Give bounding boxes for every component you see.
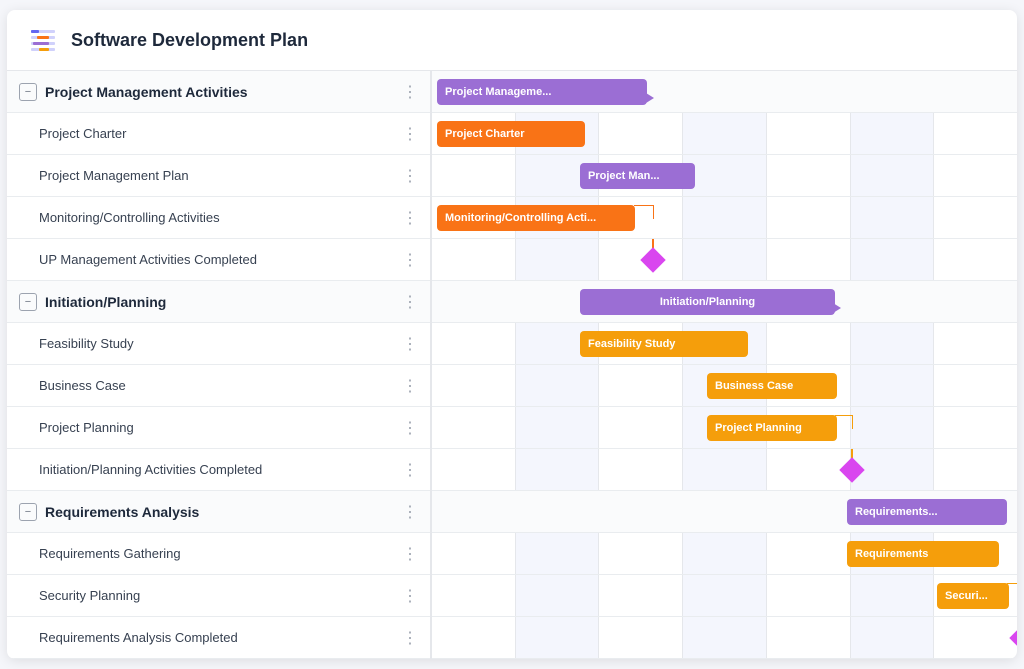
dots-initiation-completed[interactable]: ⋮ (398, 458, 422, 482)
task-label-project-mgmt-plan: Project Management Plan (39, 168, 398, 183)
bar-business-case[interactable]: Business Case (707, 373, 837, 399)
dots-req-gathering[interactable]: ⋮ (398, 542, 422, 566)
chart-row-up-mgmt (432, 239, 1017, 281)
task-row-feasibility: Feasibility Study ⋮ (7, 323, 430, 365)
bar-security-planning[interactable]: Securi... (937, 583, 1009, 609)
task-row-req-completed: Requirements Analysis Completed ⋮ (7, 617, 430, 659)
dots-initiation[interactable]: ⋮ (398, 290, 422, 314)
dots-monitoring[interactable]: ⋮ (398, 206, 422, 230)
task-row-up-mgmt: UP Management Activities Completed ⋮ (7, 239, 430, 281)
task-label-project-charter: Project Charter (39, 126, 398, 141)
chart-row-initiation-group: Initiation/Planning (432, 281, 1017, 323)
bar-connector-project-mgmt (646, 93, 654, 103)
dots-requirements[interactable]: ⋮ (398, 500, 422, 524)
bar-req-gathering[interactable]: Requirements (847, 541, 999, 567)
gantt-wrapper: − Project Management Activities ⋮ Projec… (7, 71, 1017, 659)
dots-project-mgmt-plan[interactable]: ⋮ (398, 164, 422, 188)
bar-project-charter[interactable]: Project Charter (437, 121, 585, 147)
dots-req-completed[interactable]: ⋮ (398, 626, 422, 650)
task-label-monitoring: Monitoring/Controlling Activities (39, 210, 398, 225)
dots-feasibility[interactable]: ⋮ (398, 332, 422, 356)
dots-project-planning[interactable]: ⋮ (398, 416, 422, 440)
task-row-req-gathering: Requirements Gathering ⋮ (7, 533, 430, 575)
gantt-icon (27, 24, 59, 56)
task-label-security-planning: Security Planning (39, 588, 398, 603)
task-row-monitoring: Monitoring/Controlling Activities ⋮ (7, 197, 430, 239)
milestone-up-mgmt (640, 247, 665, 272)
task-row-project-planning: Project Planning ⋮ (7, 407, 430, 449)
task-label-business-case: Business Case (39, 378, 398, 393)
task-label-req-completed: Requirements Analysis Completed (39, 630, 398, 645)
dots-up-mgmt[interactable]: ⋮ (398, 248, 422, 272)
group-row-project-mgmt: − Project Management Activities ⋮ (7, 71, 430, 113)
group-label-initiation: Initiation/Planning (45, 294, 398, 310)
task-label-initiation-completed: Initiation/Planning Activities Completed (39, 462, 398, 477)
bar-project-planning[interactable]: Project Planning (707, 415, 837, 441)
group-label-project-mgmt: Project Management Activities (45, 84, 398, 100)
chart-row-initiation-completed (432, 449, 1017, 491)
bar-feasibility[interactable]: Feasibility Study (580, 331, 748, 357)
collapse-btn-initiation[interactable]: − (19, 293, 37, 311)
milestone-initiation-completed (839, 457, 864, 482)
dots-security-planning[interactable]: ⋮ (398, 584, 422, 608)
task-label-feasibility: Feasibility Study (39, 336, 398, 351)
task-row-security-planning: Security Planning ⋮ (7, 575, 430, 617)
bar-connector-initiation (833, 303, 841, 313)
task-label-req-gathering: Requirements Gathering (39, 546, 398, 561)
chart-row-project-planning: Project Planning (432, 407, 1017, 449)
dots-project-charter[interactable]: ⋮ (398, 122, 422, 146)
collapse-btn-requirements[interactable]: − (19, 503, 37, 521)
chart-row-project-charter: Project Charter (432, 113, 1017, 155)
task-row-business-case: Business Case ⋮ (7, 365, 430, 407)
app-title: Software Development Plan (71, 30, 308, 51)
milestone-req-completed (1009, 625, 1017, 650)
group-label-requirements: Requirements Analysis (45, 504, 398, 520)
chart-row-requirements-group: Requirements... (432, 491, 1017, 533)
chart-row-req-completed (432, 617, 1017, 659)
dots-project-mgmt[interactable]: ⋮ (398, 80, 422, 104)
bar-project-mgmt-plan[interactable]: Project Man... (580, 163, 695, 189)
chart-row-monitoring: Monitoring/Controlling Acti... (432, 197, 1017, 239)
task-row-initiation-completed: Initiation/Planning Activities Completed… (7, 449, 430, 491)
bar-project-mgmt[interactable]: Project Manageme... (437, 79, 647, 105)
task-label-up-mgmt: UP Management Activities Completed (39, 252, 398, 267)
connector-project-planning (835, 415, 853, 429)
group-row-requirements: − Requirements Analysis ⋮ (7, 491, 430, 533)
connector-monitoring (634, 205, 654, 219)
bar-monitoring[interactable]: Monitoring/Controlling Acti... (437, 205, 635, 231)
chart-row-business-case: Business Case (432, 365, 1017, 407)
chart-row-project-mgmt-plan: Project Man... (432, 155, 1017, 197)
task-label-project-planning: Project Planning (39, 420, 398, 435)
chart-row-project-mgmt-group: Project Manageme... (432, 71, 1017, 113)
collapse-btn-project-mgmt[interactable]: − (19, 83, 37, 101)
dots-business-case[interactable]: ⋮ (398, 374, 422, 398)
task-list: − Project Management Activities ⋮ Projec… (7, 71, 432, 659)
group-row-initiation: − Initiation/Planning ⋮ (7, 281, 430, 323)
app-container: Software Development Plan − Project Mana… (7, 10, 1017, 659)
chart-row-feasibility: Feasibility Study (432, 323, 1017, 365)
chart-row-req-gathering: Requirements (432, 533, 1017, 575)
chart-area: Project Manageme... Project Charter Proj… (432, 71, 1017, 659)
task-row-project-mgmt-plan: Project Management Plan ⋮ (7, 155, 430, 197)
bar-requirements[interactable]: Requirements... (847, 499, 1007, 525)
task-row-project-charter: Project Charter ⋮ (7, 113, 430, 155)
connector-security-planning (1007, 583, 1017, 597)
app-header: Software Development Plan (7, 10, 1017, 71)
chart-row-security-planning: Securi... (432, 575, 1017, 617)
bar-initiation[interactable]: Initiation/Planning (580, 289, 835, 315)
